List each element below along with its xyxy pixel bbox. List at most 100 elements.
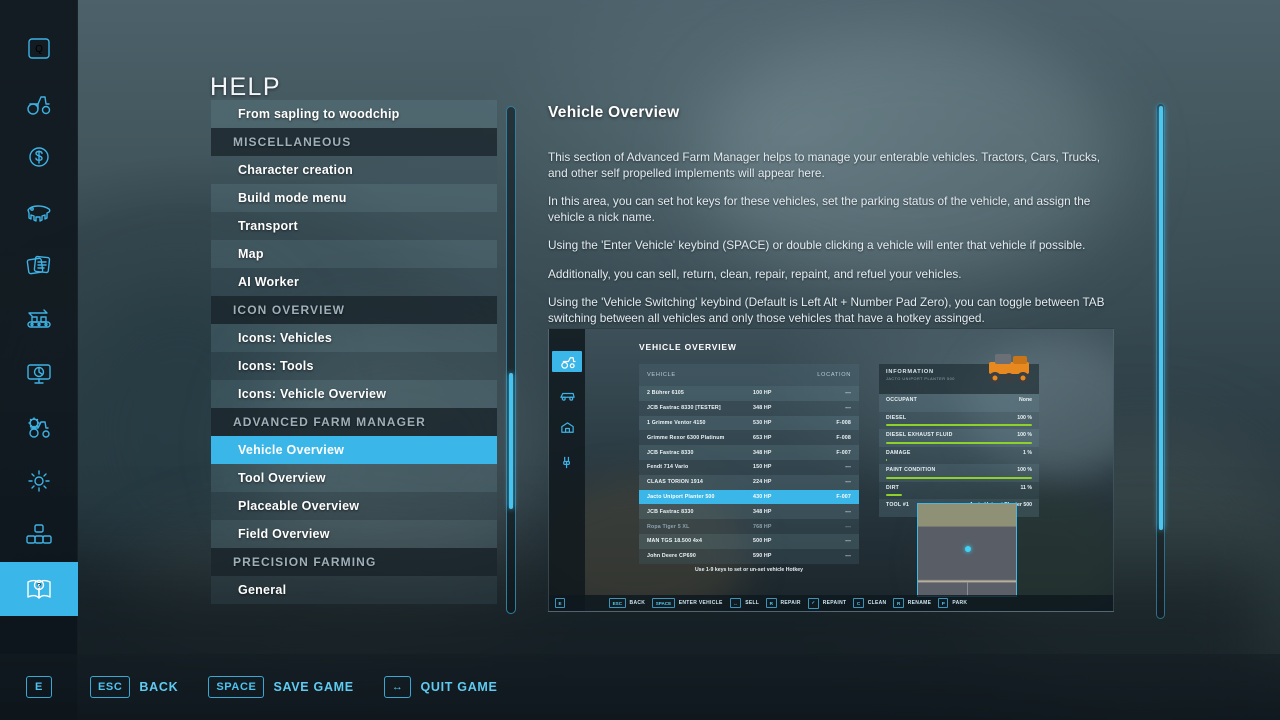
rail-settings-gear-icon[interactable]: [0, 454, 78, 508]
vehicle-row[interactable]: CLAAS TORION 1914224 HP---: [639, 475, 859, 490]
vehicle-location: ---: [811, 479, 851, 485]
quest-icon: Q: [24, 36, 54, 62]
bottom-action[interactable]: SPACE SAVE GAME: [208, 676, 353, 698]
statistics-icon: [24, 360, 54, 386]
info-header: INFORMATION JACTO UNIPORT PLANTER 500: [879, 364, 1039, 394]
bottom-action[interactable]: ESCBACK: [90, 676, 178, 698]
help-topic-list[interactable]: From sapling to woodchipMISCELLANEOUSCha…: [211, 100, 497, 616]
content-scrollbar[interactable]: [1156, 103, 1165, 619]
sidebar-item[interactable]: Tool Overview: [211, 464, 497, 492]
vehicle-row[interactable]: 1 Grimme Ventor 4150530 HPF-008: [639, 416, 859, 431]
shot-key-label: BACK: [630, 600, 646, 606]
shot-key[interactable]: SPACE: [652, 598, 675, 608]
shot-key-label: REPAIR: [781, 600, 801, 606]
sidebar-item[interactable]: Placeable Overview: [211, 492, 497, 520]
shot-key-label: CLEAN: [868, 600, 887, 606]
content-scrollbar-thumb[interactable]: [1159, 106, 1163, 530]
vehicle-name: Fendt 714 Vario: [647, 464, 753, 470]
shot-fields-icon[interactable]: [549, 450, 585, 474]
vehicle-information-panel: INFORMATION JACTO UNIPORT PLANTER 500: [879, 364, 1039, 517]
shot-vehicles-icon[interactable]: [552, 351, 582, 372]
vehicle-row[interactable]: Grimme Rexor 6300 Platinum653 HPF-008: [639, 430, 859, 445]
sidebar-item[interactable]: Field Overview: [211, 520, 497, 548]
shot-placeables-icon[interactable]: [549, 416, 585, 440]
vehicle-row[interactable]: Jacto Uniport Planter 500430 HPF-007: [639, 490, 859, 505]
sidebar-scrollbar-thumb[interactable]: [509, 373, 513, 509]
rail-quest-icon[interactable]: Q: [0, 22, 78, 76]
sidebar-item[interactable]: Character creation: [211, 156, 497, 184]
rail-multiplayer-icon[interactable]: [0, 508, 78, 562]
sidebar-scrollbar[interactable]: [506, 106, 516, 614]
svg-text:?: ?: [37, 583, 41, 590]
info-label: DIRT: [886, 485, 899, 491]
bottom-action-bar: E ESCBACK SPACE SAVE GAME ↔QUIT GAME: [0, 654, 1280, 720]
vehicle-row[interactable]: Fendt 714 Vario150 HP---: [639, 460, 859, 475]
shot-key[interactable]: R: [766, 598, 776, 608]
sidebar-item[interactable]: Transport: [211, 212, 497, 240]
shot-tools-icon-glyph: [559, 386, 576, 402]
sidebar-item[interactable]: Icons: Tools: [211, 352, 497, 380]
rail-finances-icon[interactable]: [0, 130, 78, 184]
shot-key[interactable]: P: [938, 598, 948, 608]
bottom-action-key[interactable]: ↔: [384, 676, 412, 698]
vehicle-power: 150 HP: [753, 464, 811, 470]
rail-production-icon[interactable]: [0, 292, 78, 346]
shot-key[interactable]: ↔: [730, 598, 742, 608]
vehicle-row[interactable]: John Deere CP690590 HP---: [639, 549, 859, 564]
shot-fields-icon-glyph: [559, 454, 576, 470]
vehicle-row[interactable]: MAN TGS 18.500 4x4500 HP---: [639, 534, 859, 549]
minimap-road-line: [967, 582, 968, 596]
info-label: DIESEL: [886, 415, 906, 421]
rail-animals-icon[interactable]: [0, 184, 78, 238]
sidebar-item[interactable]: From sapling to woodchip: [211, 100, 497, 128]
shot-key[interactable]: R: [893, 598, 903, 608]
sidebar-item[interactable]: Icons: Vehicle Overview: [211, 380, 497, 408]
sidebar-item[interactable]: AI Worker: [211, 268, 497, 296]
bottom-action[interactable]: ↔QUIT GAME: [384, 676, 498, 698]
col-location: LOCATION: [805, 372, 851, 378]
content-paragraph: Using the 'Enter Vehicle' keybind (SPACE…: [548, 238, 1118, 254]
bottom-action-label: SAVE GAME: [273, 680, 353, 694]
vehicle-name: JCB Fastrac 8330 [TESTER]: [647, 405, 753, 411]
content-paragraphs: This section of Advanced Farm Manager he…: [548, 150, 1118, 326]
bottom-action-key[interactable]: SPACE: [208, 676, 264, 698]
minimap: [917, 503, 1017, 597]
content-paragraph: In this area, you can set hot keys for t…: [548, 194, 1118, 225]
vehicle-row[interactable]: JCB Fastrac 8330348 HPF-007: [639, 445, 859, 460]
info-bar: [886, 494, 902, 496]
shot-vehicles-icon-glyph: [559, 354, 576, 370]
vehicle-power: 348 HP: [753, 509, 811, 515]
vehicle-row[interactable]: JCB Fastrac 8330348 HP---: [639, 504, 859, 519]
info-bar: [886, 477, 1032, 479]
info-value: 100 %: [1017, 415, 1032, 421]
vehicle-row[interactable]: 2 Bührer 6105100 HP---: [639, 386, 859, 401]
vehicle-row[interactable]: Ropa Tiger 5 XL768 HP---: [639, 519, 859, 534]
vehicle-row[interactable]: JCB Fastrac 8330 [TESTER]348 HP---: [639, 401, 859, 416]
vehicle-power: 348 HP: [753, 450, 811, 456]
rail-statistics-icon[interactable]: [0, 346, 78, 400]
shot-placeables-icon-glyph: [559, 420, 576, 436]
content-paragraph: This section of Advanced Farm Manager he…: [548, 150, 1118, 181]
shot-key-e[interactable]: E: [555, 598, 565, 608]
rail-vehicles-icon[interactable]: [0, 76, 78, 130]
shot-key[interactable]: C: [853, 598, 863, 608]
hint-key-e[interactable]: E: [26, 676, 52, 698]
rail-contracts-icon[interactable]: [0, 238, 78, 292]
vehicle-power: 224 HP: [753, 479, 811, 485]
rail-help-book-icon[interactable]: ?: [0, 562, 78, 616]
vehicle-location: ---: [811, 509, 851, 515]
rail-vehicle-settings-icon[interactable]: [0, 400, 78, 454]
sidebar-item[interactable]: General: [211, 576, 497, 604]
sidebar-item[interactable]: Vehicle Overview: [211, 436, 497, 464]
info-value: None: [1019, 397, 1032, 403]
info-row: DIESEL 100 %: [879, 412, 1039, 430]
shot-tools-icon[interactable]: [549, 382, 585, 406]
sidebar-item[interactable]: Build mode menu: [211, 184, 497, 212]
sidebar-item[interactable]: Icons: Vehicles: [211, 324, 497, 352]
bottom-action-key[interactable]: ESC: [90, 676, 130, 698]
vehicle-power: 500 HP: [753, 538, 811, 544]
shot-key[interactable]: ✓: [808, 598, 819, 609]
sidebar-item[interactable]: Map: [211, 240, 497, 268]
shot-key[interactable]: ESC: [609, 598, 625, 608]
vehicle-name: 2 Bührer 6105: [647, 390, 753, 396]
